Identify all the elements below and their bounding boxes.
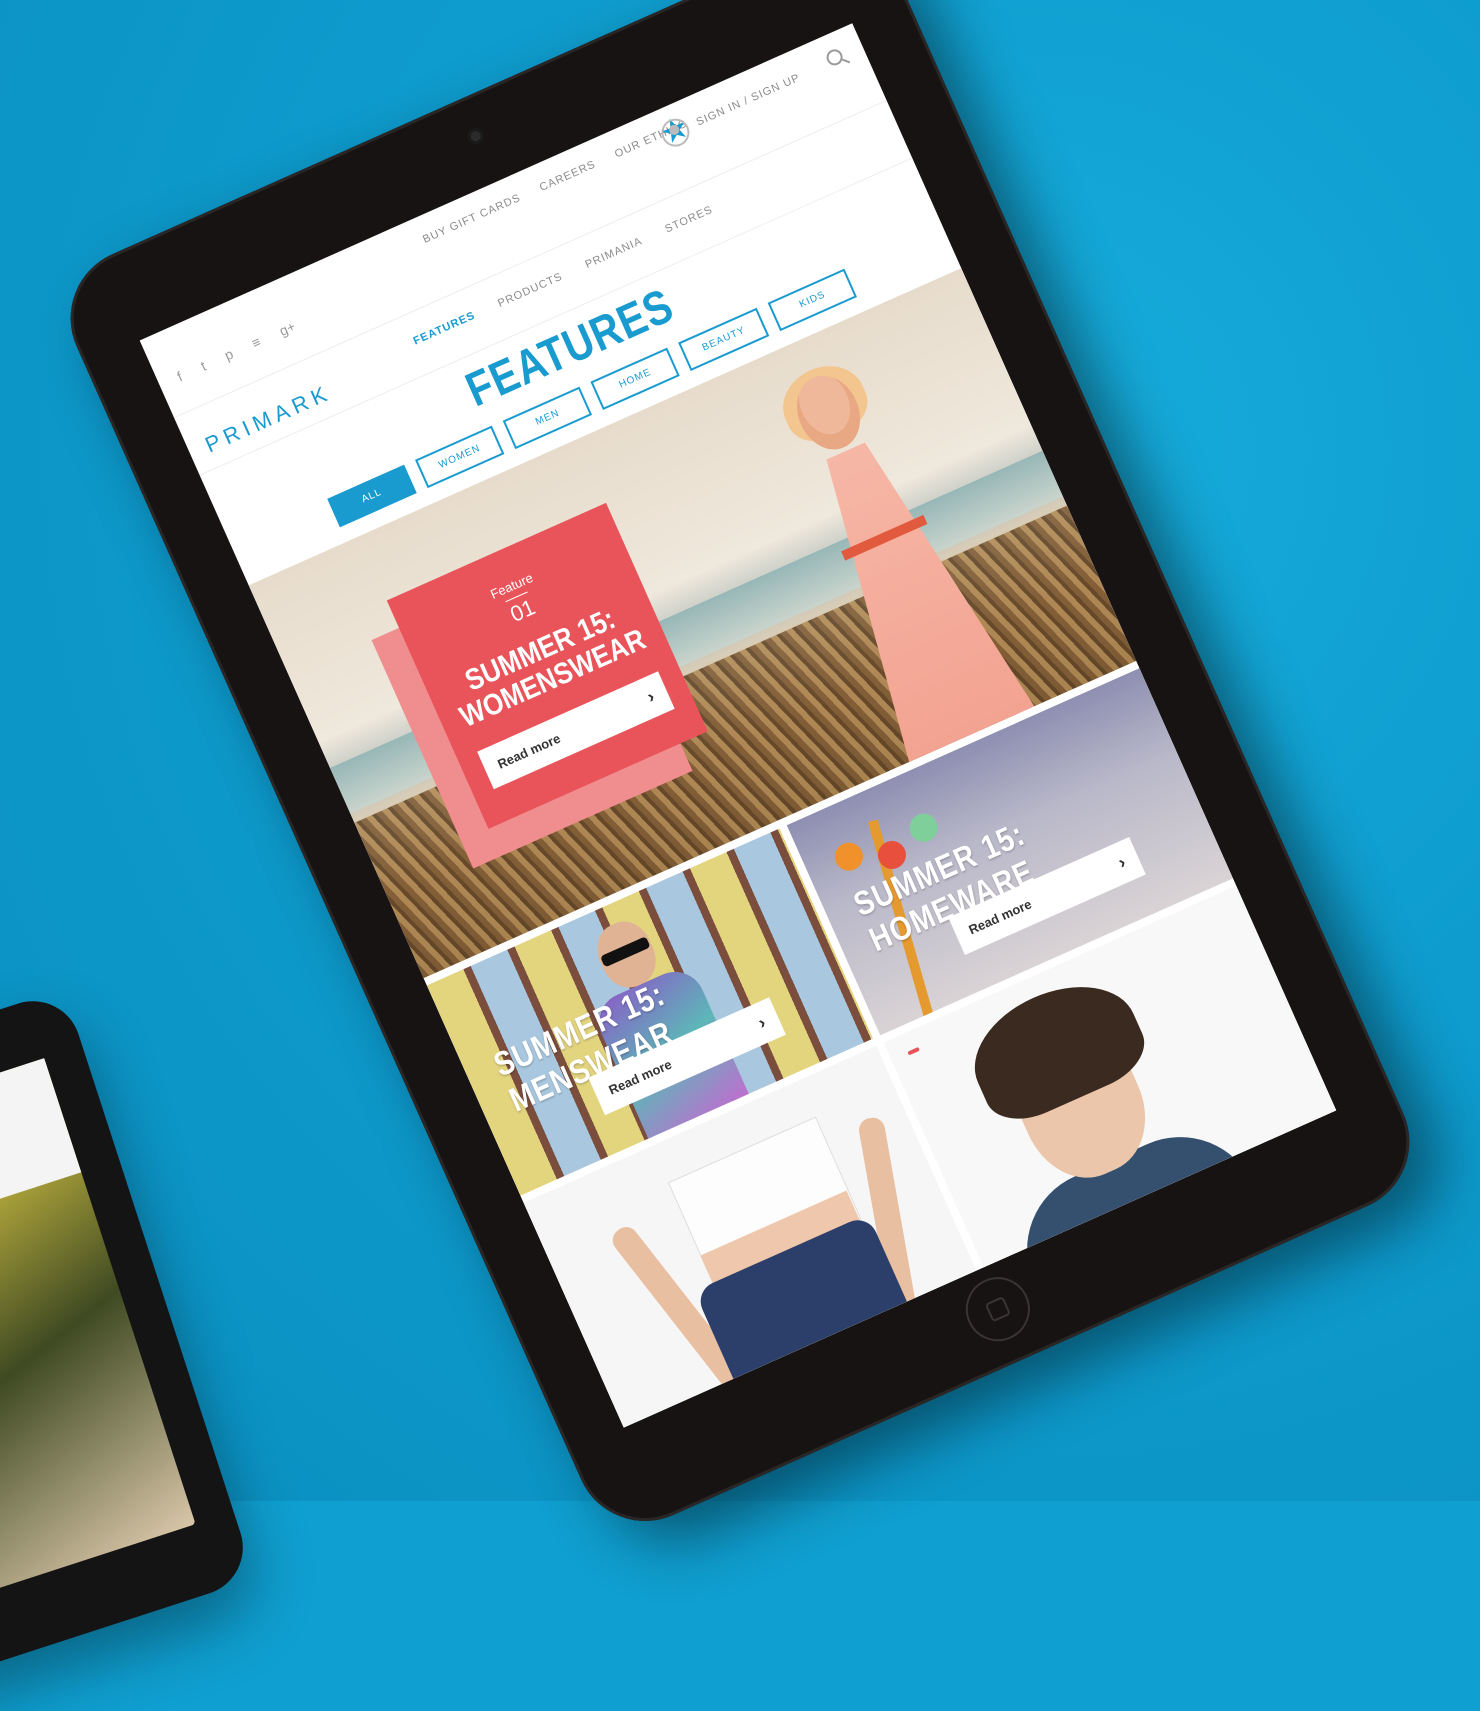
nav-products[interactable]: PRODUCTS [496,271,565,310]
lantern-green [905,809,943,847]
nav-primania[interactable]: PRIMANIA [584,235,645,271]
nav-features[interactable]: FEATURES [412,310,478,348]
hero-read-more-label: Read more [495,730,563,772]
secondary-phone-header [0,1058,82,1281]
blog-icon[interactable]: ≡ [249,333,263,351]
lantern-orange [830,838,868,876]
home-button[interactable] [955,1266,1041,1352]
twitter-icon[interactable]: t [198,358,208,374]
pinterest-icon[interactable]: p [222,346,236,364]
utility-link-gift-cards[interactable]: BUY GIFT CARDS [421,192,523,246]
nav-stores[interactable]: STORES [663,204,715,236]
tag-badge [907,1046,920,1056]
utility-link-careers[interactable]: CAREERS [538,158,598,193]
search-icon[interactable] [824,46,846,68]
chevron-right-icon: › [643,685,658,707]
camera-icon [465,125,487,147]
signin-label: SIGN IN / SIGN UP [694,71,803,129]
hero-number: 01 [505,591,540,628]
chevron-right-icon: › [755,1012,769,1033]
chevron-right-icon: › [1114,851,1129,873]
